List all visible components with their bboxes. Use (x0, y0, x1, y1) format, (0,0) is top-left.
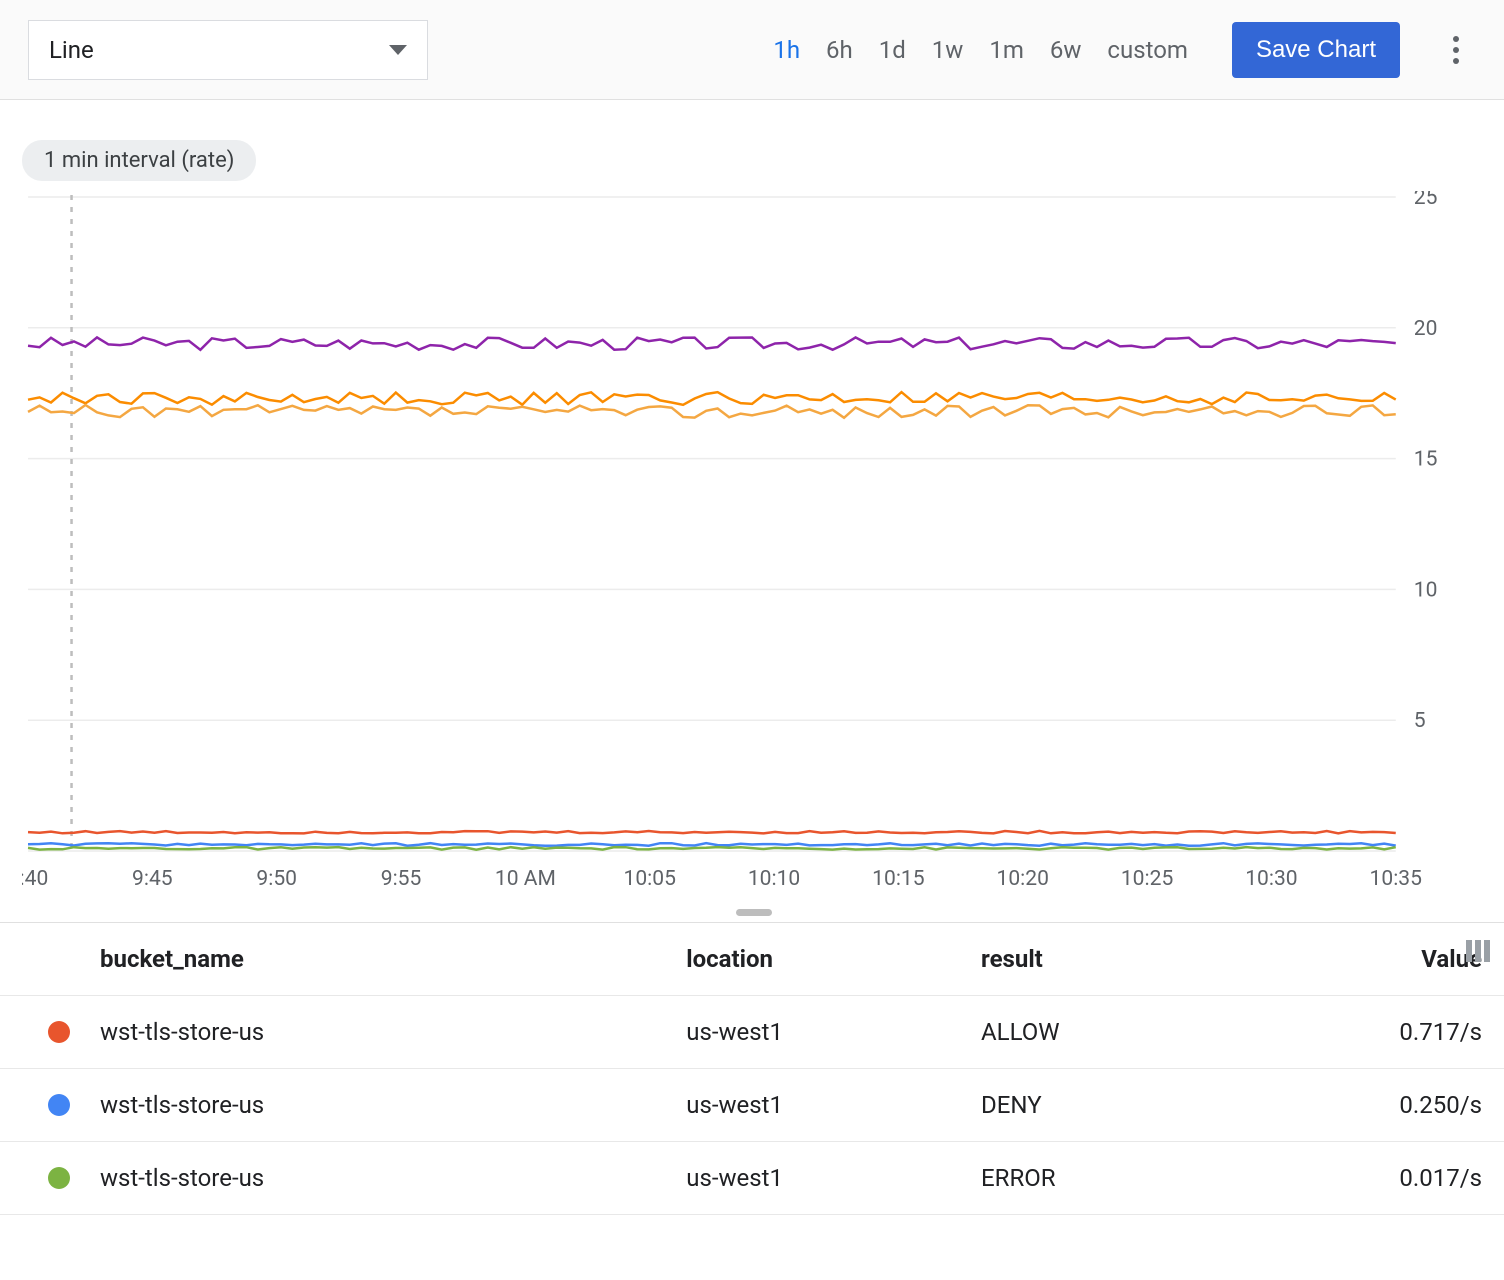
svg-text:10:30: 10:30 (1245, 866, 1297, 891)
col-result[interactable]: result (969, 923, 1219, 996)
save-chart-button[interactable]: Save Chart (1232, 22, 1400, 78)
series-swatch (48, 1094, 70, 1116)
svg-text:20: 20 (1414, 316, 1438, 341)
chart-type-select[interactable]: Line (28, 20, 428, 80)
cell-result: ERROR (969, 1142, 1219, 1215)
chart-toolbar: Line 1h 6h 1d 1w 1m 6w custom Save Chart (0, 0, 1504, 100)
svg-text:15: 15 (1414, 447, 1438, 472)
cell-bucket: wst-tls-store-us (100, 1164, 264, 1192)
chart-area: 1 min interval (rate) 5 10 15 20 25 9:40 9:45 9… (0, 100, 1504, 916)
svg-text:10:15: 10:15 (872, 866, 924, 891)
range-1m[interactable]: 1m (989, 36, 1024, 64)
legend: bucket_name location result Value wst-tl… (0, 922, 1504, 1215)
col-bucket[interactable]: bucket_name (0, 923, 674, 996)
plot[interactable]: 5 10 15 20 25 9:40 9:45 9:50 9:55 10 AM 10:05 10:10… (22, 191, 1486, 901)
cell-value: 0.017/s (1219, 1142, 1504, 1215)
svg-text:9:40: 9:40 (22, 866, 48, 891)
resize-handle[interactable] (736, 909, 772, 916)
columns-icon[interactable] (1466, 940, 1490, 962)
chart-type-label: Line (49, 36, 94, 64)
legend-table: bucket_name location result Value wst-tl… (0, 922, 1504, 1215)
range-6w[interactable]: 6w (1050, 36, 1082, 64)
cell-bucket: wst-tls-store-us (100, 1018, 264, 1046)
series-swatch (48, 1167, 70, 1189)
svg-text:10:25: 10:25 (1121, 866, 1173, 891)
svg-text:10: 10 (1414, 577, 1438, 602)
svg-text:25: 25 (1414, 191, 1438, 210)
svg-text:5: 5 (1414, 708, 1426, 733)
svg-text:10:05: 10:05 (624, 866, 676, 891)
chevron-down-icon (389, 45, 407, 55)
svg-text:9:45: 9:45 (132, 866, 173, 891)
col-location[interactable]: location (674, 923, 969, 996)
svg-text:9:55: 9:55 (381, 866, 422, 891)
range-1w[interactable]: 1w (932, 36, 964, 64)
table-row[interactable]: wst-tls-store-us us-west1DENY0.250/s (0, 1069, 1504, 1142)
range-custom[interactable]: custom (1107, 36, 1188, 64)
interval-chip: 1 min interval (rate) (22, 140, 256, 181)
cell-bucket: wst-tls-store-us (100, 1091, 264, 1119)
range-1h[interactable]: 1h (773, 36, 800, 64)
cell-result: ALLOW (969, 996, 1219, 1069)
svg-text:10 AM: 10 AM (495, 866, 556, 891)
svg-text:10:10: 10:10 (748, 866, 800, 891)
cell-location: us-west1 (674, 996, 969, 1069)
series-swatch (48, 1021, 70, 1043)
table-row[interactable]: wst-tls-store-us us-west1ALLOW0.717/s (0, 996, 1504, 1069)
time-range-group: 1h 6h 1d 1w 1m 6w custom (773, 36, 1188, 64)
col-value[interactable]: Value (1219, 923, 1504, 996)
cell-location: us-west1 (674, 1069, 969, 1142)
svg-text:10:20: 10:20 (997, 866, 1049, 891)
cell-value: 0.717/s (1219, 996, 1504, 1069)
svg-text:9:50: 9:50 (256, 866, 297, 891)
svg-text:10:35: 10:35 (1370, 866, 1422, 891)
range-6h[interactable]: 6h (826, 36, 853, 64)
range-1d[interactable]: 1d (879, 36, 906, 64)
table-row[interactable]: wst-tls-store-us us-west1ERROR0.017/s (0, 1142, 1504, 1215)
cell-location: us-west1 (674, 1142, 969, 1215)
cell-result: DENY (969, 1069, 1219, 1142)
cell-value: 0.250/s (1219, 1069, 1504, 1142)
more-options-icon[interactable] (1436, 30, 1476, 70)
